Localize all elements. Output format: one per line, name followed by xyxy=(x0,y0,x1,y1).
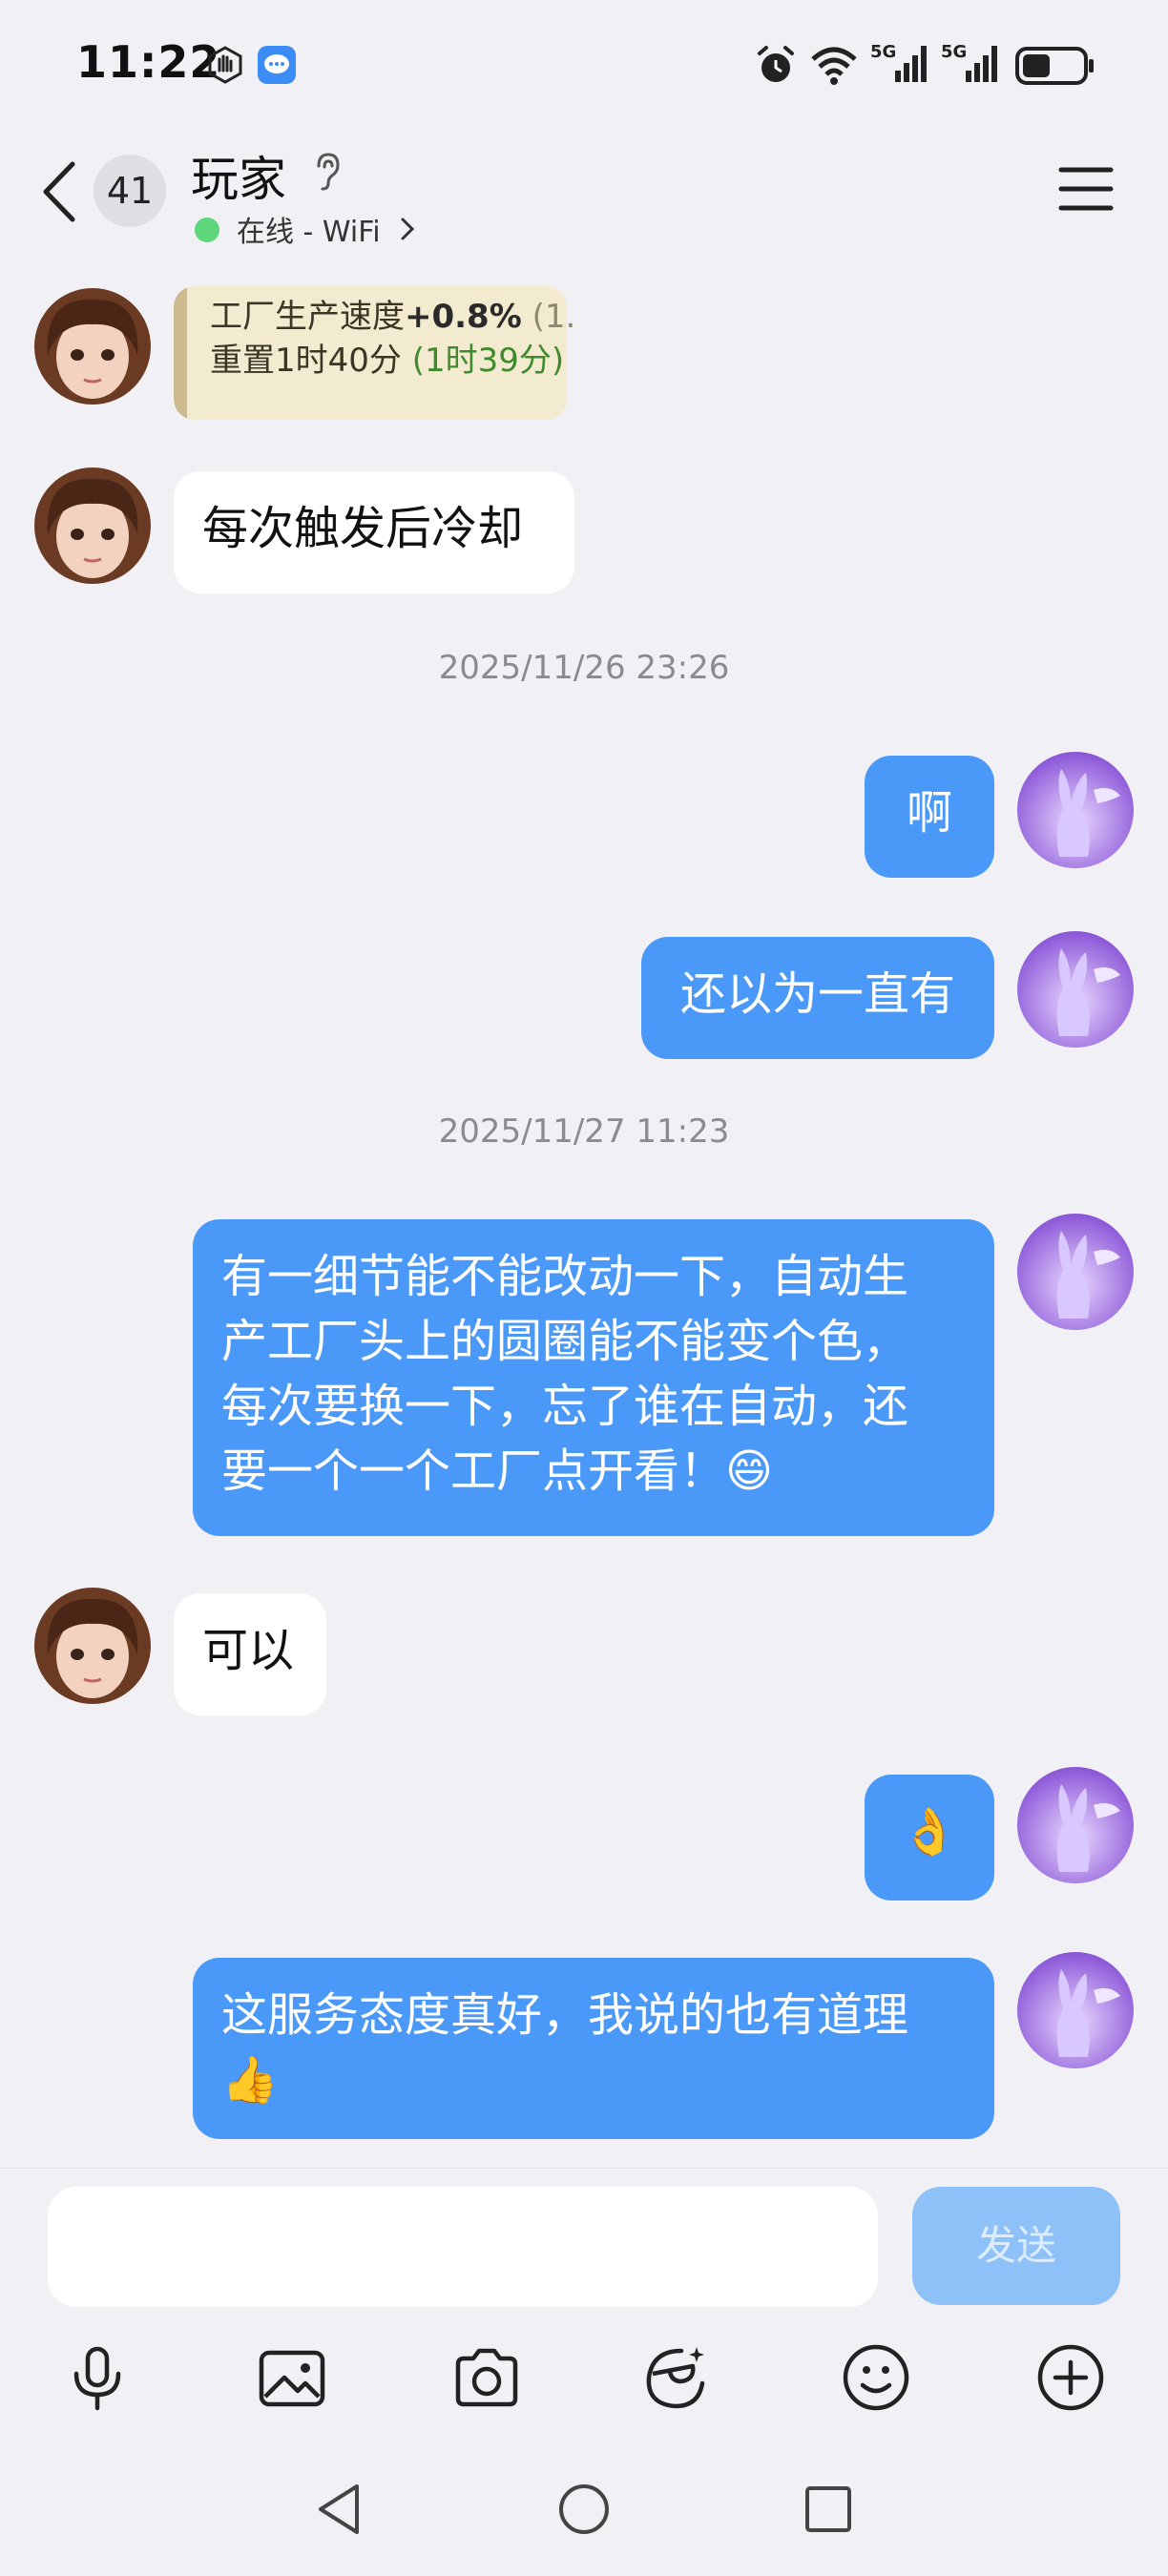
message-bubble-outgoing[interactable]: 还以为一直有 xyxy=(641,937,994,1059)
plus-icon[interactable] xyxy=(1034,2341,1107,2414)
menu-icon[interactable] xyxy=(1057,162,1115,219)
avatar[interactable] xyxy=(1017,1952,1134,2068)
message-input[interactable] xyxy=(48,2187,878,2307)
message-bubble-outgoing[interactable]: 这服务态度真好，我说的也有道理 👍 xyxy=(193,1958,994,2139)
microphone-icon[interactable] xyxy=(61,2341,134,2414)
avatar[interactable] xyxy=(34,467,151,584)
send-button[interactable]: 发送 xyxy=(912,2187,1120,2305)
image-text-line1: 工厂生产速度 xyxy=(210,298,405,336)
camera-icon[interactable] xyxy=(450,2341,523,2414)
message-line: 👍 xyxy=(221,2053,279,2107)
back-nav-icon[interactable] xyxy=(313,2481,366,2542)
chevron-right-icon[interactable] xyxy=(399,216,416,246)
image-text-bold: +0.8% xyxy=(405,298,522,336)
message-line: 每次要换一下，忘了谁在自动，还 xyxy=(221,1380,909,1433)
5g-signal-icon: 5G xyxy=(941,40,1000,90)
message-line: 这服务态度真好，我说的也有道理 xyxy=(221,1988,909,2042)
contact-name[interactable]: 玩家 xyxy=(191,141,286,210)
message-app-icon xyxy=(256,44,298,90)
message-bubble-outgoing[interactable]: 👌 xyxy=(865,1775,994,1901)
hearing-icon xyxy=(307,151,345,197)
hand-icon xyxy=(204,44,246,90)
avatar[interactable] xyxy=(1017,1767,1134,1883)
online-dot xyxy=(195,218,219,242)
sticker-icon[interactable] xyxy=(639,2341,712,2414)
avatar[interactable] xyxy=(34,288,151,405)
message-bubble-outgoing[interactable]: 有一细节能不能改动一下，自动生 产工厂头上的圆圈能不能变个色， 每次要换一下，忘… xyxy=(193,1219,994,1536)
svg-text:5G: 5G xyxy=(870,42,896,62)
recents-nav-icon[interactable] xyxy=(802,2481,855,2542)
avatar[interactable] xyxy=(1017,931,1134,1048)
image-text-green: (1时39分) xyxy=(411,342,565,380)
5g-signal-icon: 5G xyxy=(870,40,929,90)
battery-icon xyxy=(1015,46,1095,90)
unread-count-badge[interactable]: 41 xyxy=(94,155,166,227)
svg-text:5G: 5G xyxy=(941,42,967,62)
timestamp: 2025/11/27 11:23 xyxy=(438,1112,730,1151)
emoji-icon[interactable] xyxy=(840,2341,912,2414)
message-line: 要一个一个工厂点开看！😄 xyxy=(221,1444,774,1498)
home-nav-icon[interactable] xyxy=(557,2481,611,2542)
back-icon[interactable] xyxy=(38,158,82,229)
image-text-line2: 重置1时40分 xyxy=(210,342,402,380)
online-status[interactable]: 在线 - WiFi xyxy=(237,208,381,250)
chat-header xyxy=(0,134,1168,277)
avatar[interactable] xyxy=(1017,1214,1134,1330)
avatar[interactable] xyxy=(34,1588,151,1704)
status-bar: 11:22 5G 5G xyxy=(0,0,1168,134)
wifi-icon xyxy=(809,44,859,90)
image-text-suffix: (1. xyxy=(532,298,576,336)
status-time: 11:22 xyxy=(76,36,221,88)
image-icon[interactable] xyxy=(256,2341,328,2414)
message-bubble-outgoing[interactable]: 啊 xyxy=(865,756,994,878)
message-bubble-incoming[interactable]: 可以 xyxy=(174,1593,326,1715)
message-bubble-incoming[interactable]: 每次触发后冷却 xyxy=(174,471,574,593)
alarm-icon xyxy=(754,44,798,92)
message-line: 产工厂头上的圆圈能不能变个色， xyxy=(221,1315,909,1368)
avatar[interactable] xyxy=(1017,752,1134,868)
message-line: 有一细节能不能改动一下，自动生 xyxy=(221,1250,909,1303)
timestamp: 2025/11/26 23:26 xyxy=(438,649,730,687)
